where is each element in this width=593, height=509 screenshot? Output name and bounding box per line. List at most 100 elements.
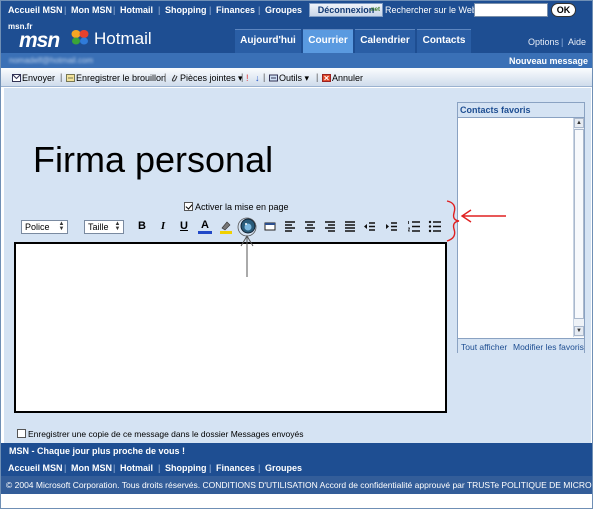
user-email: nomadelf@hotmail.com	[9, 56, 94, 65]
spin-arrows-icon: ▲ ▼	[58, 221, 65, 232]
size-select-value: Taille	[88, 222, 109, 232]
show-all-link[interactable]: Tout afficher	[461, 342, 507, 352]
cancel-button[interactable]: Annuler	[322, 73, 363, 83]
font-select-value: Police	[25, 222, 50, 232]
highlight-icon[interactable]	[219, 219, 233, 234]
help-link[interactable]: Aide	[568, 37, 586, 47]
nav-separator: |	[64, 463, 67, 473]
disconnect-button[interactable]: Déconnexion .net	[309, 3, 383, 17]
paperclip-icon	[171, 74, 178, 82]
size-select[interactable]: Taille ▲ ▼	[84, 220, 124, 234]
footer-nav: Accueil MSN | Mon MSN | Hotmail | Shoppi…	[1, 459, 592, 476]
scroll-thumb[interactable]	[574, 129, 584, 319]
italic-button[interactable]: I	[156, 219, 170, 234]
cancel-label: Annuler	[332, 73, 364, 83]
align-center-icon[interactable]	[303, 219, 317, 234]
tab-courrier[interactable]: Courrier	[303, 29, 353, 53]
save-draft-button[interactable]: Enregistrer le brouillon	[66, 73, 166, 83]
tools-label: Outils	[279, 73, 303, 83]
page-bottom	[1, 494, 592, 508]
scroll-down-icon[interactable]: ▼	[574, 326, 584, 336]
save-draft-label: Enregistrer le brouillon	[76, 73, 167, 83]
send-button[interactable]: Envoyer	[12, 73, 55, 83]
tab-aujourdhui[interactable]: Aujourd'hui	[235, 29, 301, 53]
align-right-icon[interactable]	[323, 219, 337, 234]
spin-arrows-icon: ▲ ▼	[114, 221, 121, 232]
tools-menu[interactable]: Outils ▾	[269, 73, 309, 84]
top-nav-shopping[interactable]: Shopping	[165, 5, 207, 15]
footer-copyright: © 2004 Microsoft Corporation. Tous droit…	[1, 476, 592, 494]
dotnet-badge: .net	[369, 7, 380, 13]
tab-calendrier[interactable]: Calendrier	[355, 29, 415, 53]
draft-icon	[66, 74, 75, 82]
toolbar-separator: |	[316, 72, 319, 82]
footer-link-shopping[interactable]: Shopping	[165, 463, 207, 473]
numbered-list-icon[interactable]	[407, 219, 421, 234]
attachments-menu[interactable]: Pièces jointes ▾	[170, 73, 243, 84]
bold-button[interactable]: B	[135, 219, 149, 234]
indent-icon[interactable]	[385, 219, 399, 234]
toolbar-separator: |	[60, 72, 63, 82]
tools-icon	[269, 74, 278, 82]
send-label: Envoyer	[22, 73, 56, 83]
priority-low-icon[interactable]: ↓	[255, 73, 260, 83]
web-search-label: Rechercher sur le Web :	[385, 5, 482, 15]
web-search-input[interactable]	[474, 3, 548, 17]
rich-text-checkbox[interactable]	[184, 202, 193, 211]
save-copy-toggle[interactable]: Enregistrer une copie de ce message dans…	[17, 429, 303, 439]
disconnect-label: Déconnexion	[317, 5, 375, 15]
top-nav-finances[interactable]: Finances	[216, 5, 255, 15]
message-body-editor[interactable]	[14, 242, 447, 413]
align-left-icon[interactable]	[283, 219, 297, 234]
underline-button[interactable]: U	[177, 219, 191, 234]
nav-separator: |	[113, 463, 116, 473]
header-separator: |	[561, 37, 564, 47]
nav-separator: |	[209, 5, 212, 15]
align-justify-icon[interactable]	[343, 219, 357, 234]
rich-text-toggle[interactable]: Activer la mise en page	[184, 202, 289, 212]
overlay-title: Firma personal	[33, 139, 274, 180]
envelope-icon	[12, 74, 21, 82]
save-copy-checkbox[interactable]	[17, 429, 26, 438]
save-copy-label: Enregistrer une copie de ce message dans…	[28, 429, 304, 439]
footer-link-mon-msn[interactable]: Mon MSN	[71, 463, 112, 473]
font-color-button[interactable]: A	[198, 219, 212, 234]
top-nav: Accueil MSN | Mon MSN | Hotmail | Shoppi…	[1, 1, 592, 20]
hotmail-brand: Hotmail	[94, 29, 152, 48]
new-message-link[interactable]: Nouveau message	[509, 56, 588, 66]
hotmail-header: msn.fr msn Hotmail Aujourd'hui Courrier …	[1, 20, 592, 53]
insert-link-icon[interactable]	[263, 219, 277, 234]
favorite-contacts-title: Contacts favoris	[458, 103, 584, 118]
msn-logo[interactable]: msn	[19, 29, 60, 53]
footer-tagline: MSN - Chaque jour plus proche de vous !	[1, 443, 592, 459]
nav-separator: |	[64, 5, 67, 15]
footer-link-hotmail[interactable]: Hotmail	[120, 463, 153, 473]
font-select[interactable]: Police ▲ ▼	[21, 220, 68, 234]
footer-link-groupes[interactable]: Groupes	[265, 463, 302, 473]
scroll-up-icon[interactable]: ▲	[574, 118, 584, 128]
tab-contacts[interactable]: Contacts	[417, 29, 471, 53]
options-link[interactable]: Options	[528, 37, 559, 47]
nav-separator: |	[158, 463, 161, 473]
search-ok-button[interactable]: OK	[551, 3, 576, 17]
contacts-scrollbar[interactable]: ▲ ▼	[573, 118, 584, 337]
rich-text-label: Activer la mise en page	[195, 202, 289, 212]
top-nav-mon-msn[interactable]: Mon MSN	[71, 5, 112, 15]
chevron-down-icon: ▾	[302, 73, 310, 83]
footer-link-finances[interactable]: Finances	[216, 463, 255, 473]
priority-high-icon[interactable]: !	[246, 73, 249, 83]
top-nav-hotmail[interactable]: Hotmail	[120, 5, 153, 15]
top-nav-groupes[interactable]: Groupes	[265, 5, 302, 15]
nav-separator: |	[113, 5, 116, 15]
edit-favorites-link[interactable]: Modifier les favoris	[513, 342, 584, 352]
footer-link-accueil-msn[interactable]: Accueil MSN	[8, 463, 63, 473]
cancel-x-icon	[322, 74, 331, 82]
compose-toolbar: Envoyer | Enregistrer le brouillon | Piè…	[1, 68, 592, 87]
top-nav-accueil-msn[interactable]: Accueil MSN	[8, 5, 63, 15]
toolbar-separator: |	[241, 72, 244, 82]
toolbar-separator: |	[263, 72, 266, 82]
emoticon-icon[interactable]	[240, 218, 256, 234]
outdent-icon[interactable]	[363, 219, 377, 234]
browser-page: Accueil MSN | Mon MSN | Hotmail | Shoppi…	[0, 0, 593, 509]
bullet-list-icon[interactable]	[428, 219, 442, 234]
